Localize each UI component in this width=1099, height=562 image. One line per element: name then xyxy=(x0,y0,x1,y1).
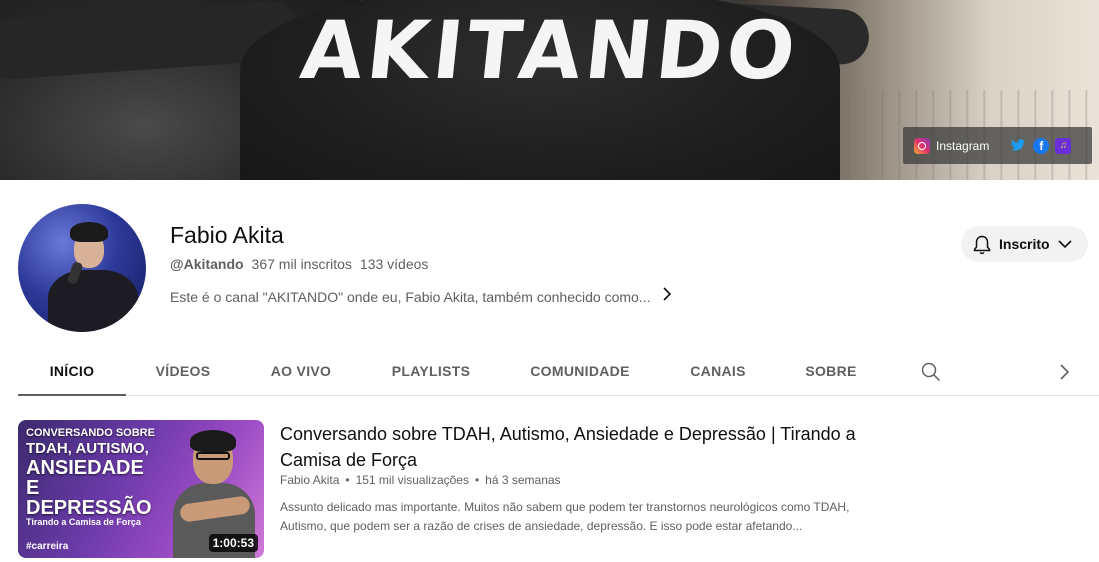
channel-tabs: INÍCIO VÍDEOS AO VIVO PLAYLISTS COMUNIDA… xyxy=(18,348,1099,396)
thumbnail-line-2: TDAH, AUTISMO, xyxy=(26,440,149,457)
tab-inicio[interactable]: INÍCIO xyxy=(18,348,126,396)
subscribe-label: Inscrito xyxy=(999,236,1050,252)
avatar-hair xyxy=(70,222,108,242)
tab-ao-vivo[interactable]: AO VIVO xyxy=(254,348,348,396)
video-meta: Fabio Akita • 151 mil visualizações • há… xyxy=(280,473,561,487)
video-author[interactable]: Fabio Akita xyxy=(280,473,339,487)
chevron-down-icon xyxy=(1058,239,1072,249)
facebook-icon[interactable]: f xyxy=(1033,137,1050,154)
video-title[interactable]: Conversando sobre TDAH, Autismo, Ansieda… xyxy=(280,421,860,473)
channel-handle: @Akitando xyxy=(170,256,244,272)
video-duration: 1:00:53 xyxy=(208,534,258,552)
banner-brand-text: AKITANDO xyxy=(296,4,804,97)
meta-separator: • xyxy=(345,473,350,487)
subscribe-button[interactable]: Inscrito xyxy=(961,226,1088,262)
meta-separator: • xyxy=(474,473,480,487)
thumbnail-line-1: CONVERSANDO SOBRE xyxy=(26,427,155,439)
thumbnail-person-glasses xyxy=(196,452,230,460)
channel-meta: @Akitando 367 mil inscritos 133 vídeos xyxy=(170,256,428,272)
thumbnail-line-3: ANSIEDADE xyxy=(26,457,144,479)
video-views: 151 mil visualizações xyxy=(355,473,469,487)
bell-icon xyxy=(973,235,991,255)
instagram-icon[interactable] xyxy=(914,137,930,154)
thumbnail-subtitle: Tirando a Camisa de Força xyxy=(26,517,141,527)
channel-description-text[interactable]: Este é o canal "AKITANDO" onde eu, Fabio… xyxy=(170,289,650,305)
video-thumbnail[interactable]: CONVERSANDO SOBRE TDAH, AUTISMO, ANSIEDA… xyxy=(18,420,264,558)
subscriber-count: 367 mil inscritos xyxy=(251,256,352,272)
tab-comunidade[interactable]: COMUNIDADE xyxy=(518,348,642,396)
thumbnail-headline: CONVERSANDO SOBRE TDAH, AUTISMO, ANSIEDA… xyxy=(26,427,156,519)
tab-canais[interactable]: CANAIS xyxy=(678,348,758,396)
chevron-right-icon[interactable] xyxy=(1054,362,1074,382)
avatar-body xyxy=(48,270,138,332)
channel-description[interactable]: Este é o canal "AKITANDO" onde eu, Fabio… xyxy=(170,287,672,306)
video-age: há 3 semanas xyxy=(485,473,561,487)
chevron-right-icon[interactable] xyxy=(662,287,672,306)
podcast-icon[interactable]: ♫ xyxy=(1055,137,1072,154)
video-count: 133 vídeos xyxy=(359,256,429,272)
channel-name: Fabio Akita xyxy=(170,222,284,248)
tab-videos[interactable]: VÍDEOS xyxy=(138,348,228,396)
channel-avatar[interactable] xyxy=(18,204,146,332)
search-icon[interactable] xyxy=(921,362,941,382)
twitter-icon[interactable] xyxy=(1009,138,1027,154)
thumbnail-person-hair xyxy=(190,430,236,452)
video-description: Assunto delicado mas importante. Muitos … xyxy=(280,500,850,533)
thumbnail-tag: #carreira xyxy=(26,541,69,552)
tab-playlists[interactable]: PLAYLISTS xyxy=(380,348,482,396)
thumbnail-line-4: E DEPRESSÃO xyxy=(26,477,152,519)
channel-banner: AKITANDO Instagram f ♫ xyxy=(0,0,1099,180)
tab-sobre[interactable]: SOBRE xyxy=(794,348,868,396)
instagram-link[interactable]: Instagram xyxy=(936,139,989,153)
banner-links: Instagram f ♫ xyxy=(903,127,1092,164)
